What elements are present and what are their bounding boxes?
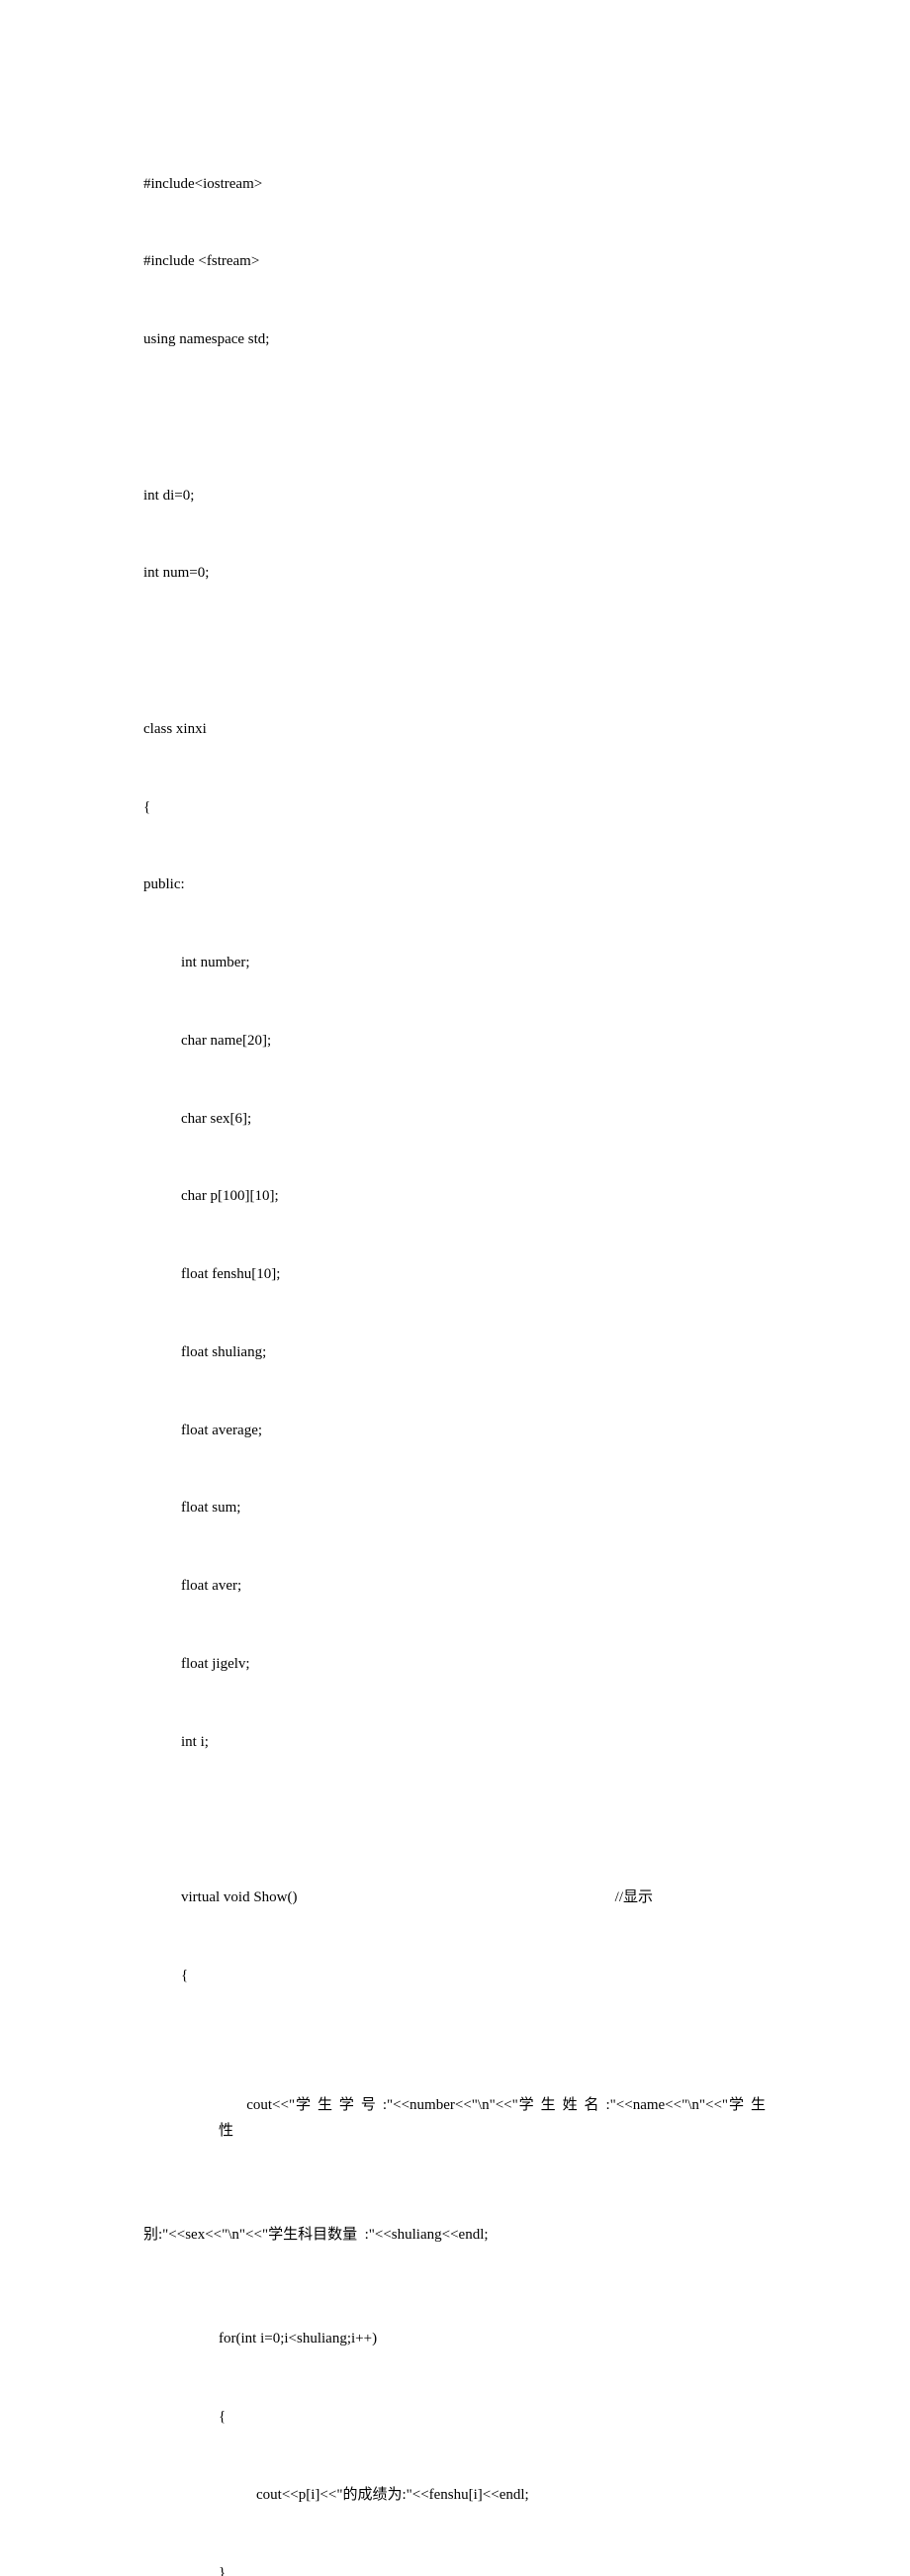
code-line: float average; bbox=[181, 1418, 772, 1443]
code-line: { bbox=[143, 794, 772, 820]
code-line: int num=0; bbox=[143, 560, 772, 586]
code-line: char p[100][10]; bbox=[181, 1183, 772, 1209]
code-line: { bbox=[181, 1963, 772, 1988]
code-line: using namespace std; bbox=[143, 326, 772, 352]
code-line: char sex[6]; bbox=[181, 1106, 772, 1132]
code-line: cout<<p[i]<<"的成绩为:"<<fenshu[i]<<endl; bbox=[256, 2482, 772, 2508]
code-line: #include<iostream> bbox=[143, 171, 772, 197]
code-line: class xinxi bbox=[143, 716, 772, 742]
code-line: { bbox=[219, 2404, 772, 2430]
code-comment: //显示 bbox=[615, 1885, 772, 1910]
code-line: int di=0; bbox=[143, 483, 772, 508]
code-line-wrap: 别:"<<sex<<"\n"<<"学生科目数量 :"<<shuliang<<en… bbox=[143, 2222, 772, 2248]
code-line: float sum; bbox=[181, 1495, 772, 1520]
code-text: :"<<name<<"\n"<<" bbox=[605, 2097, 728, 2113]
code-line: #include <fstream> bbox=[143, 248, 772, 274]
code-line: } bbox=[219, 2560, 772, 2576]
blank-line bbox=[143, 405, 772, 430]
code-line: float shuliang; bbox=[181, 1339, 772, 1365]
code-block: #include<iostream> #include <fstream> us… bbox=[143, 119, 772, 2576]
code-line: float aver; bbox=[181, 1573, 772, 1599]
code-text: virtual void Show() bbox=[181, 1885, 298, 1910]
code-text: cout<<" bbox=[246, 2097, 295, 2113]
code-line: for(int i=0;i<shuliang;i++) bbox=[219, 2326, 772, 2351]
blank-line bbox=[143, 1806, 772, 1832]
code-text-cjk: 学生姓名 bbox=[518, 2097, 606, 2113]
code-text-cjk: 学生学号 bbox=[295, 2097, 383, 2113]
code-text: :"<<number<<"\n"<<" bbox=[383, 2097, 518, 2113]
document-page: #include<iostream> #include <fstream> us… bbox=[0, 0, 910, 2576]
code-line: public: bbox=[143, 872, 772, 897]
code-line: virtual void Show() //显示 bbox=[181, 1885, 772, 1910]
blank-line bbox=[143, 638, 772, 664]
code-line: int i; bbox=[181, 1729, 772, 1755]
code-line: float jigelv; bbox=[181, 1651, 772, 1677]
code-line: float fenshu[10]; bbox=[181, 1261, 772, 1287]
code-line: cout<<"学生学号:"<<number<<"\n"<<"学生姓名:"<<na… bbox=[219, 2067, 772, 2170]
code-line: char name[20]; bbox=[181, 1028, 772, 1054]
code-line: int number; bbox=[181, 950, 772, 975]
